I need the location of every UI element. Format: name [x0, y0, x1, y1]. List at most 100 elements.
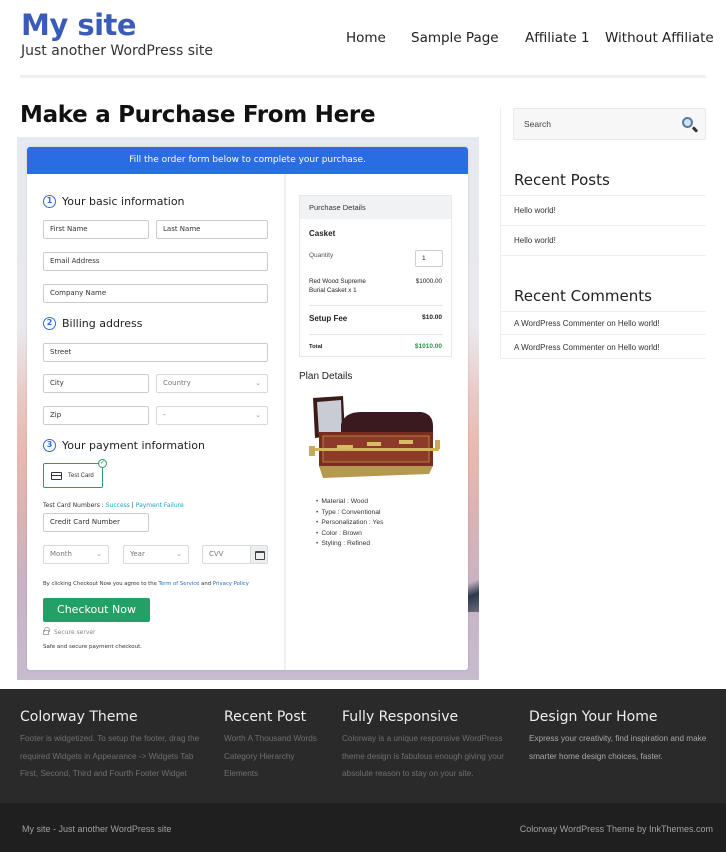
- nav-home[interactable]: Home: [346, 30, 386, 46]
- footer-col-design-home: Design Your Home Express your creativity…: [529, 709, 706, 765]
- feature-item: Color : Brown: [316, 529, 383, 540]
- divider: [501, 358, 706, 359]
- footer-post-link[interactable]: Category Hierarchy: [224, 748, 317, 766]
- card-number-input[interactable]: Credit Card Number: [43, 513, 149, 532]
- nav-without-affiliate[interactable]: Without Affiliate: [605, 30, 714, 46]
- divider: [501, 311, 706, 312]
- lock-icon: [43, 627, 50, 635]
- quantity-label: Quantity: [309, 252, 334, 259]
- footer-text: smarter home design choices, faster.: [529, 751, 663, 761]
- country-value: Country: [163, 379, 191, 387]
- divider: [309, 334, 443, 335]
- email-input[interactable]: Email Address: [43, 252, 268, 271]
- test-failure-link[interactable]: Payment Failure: [136, 502, 184, 509]
- agree-and: and: [199, 581, 213, 587]
- quantity-input[interactable]: 1: [415, 250, 443, 267]
- footer-text: Footer is widgetized. To setup the foote…: [20, 734, 200, 743]
- setup-fee-label: Setup Fee: [309, 314, 348, 323]
- card-icon: [250, 546, 267, 563]
- checkout-now-button[interactable]: Checkout Now: [43, 598, 150, 622]
- recent-comment-link[interactable]: A WordPress Commenter on Hello world!: [514, 343, 660, 352]
- nav-affiliate-1[interactable]: Affiliate 1: [525, 30, 590, 46]
- item-line-1: Red Wood Supreme: [309, 278, 366, 285]
- recent-post-link[interactable]: Hello world!: [514, 206, 556, 215]
- divider: [501, 255, 706, 256]
- chevron-down-icon: ⌄: [176, 550, 182, 558]
- search-input[interactable]: Search: [513, 108, 706, 140]
- search-placeholder: Search: [524, 119, 551, 129]
- footer-title: Recent Post: [224, 709, 307, 725]
- footer-col-colorway: Colorway Theme Footer is widgetized. To …: [20, 709, 199, 783]
- footer-widgets: Colorway Theme Footer is widgetized. To …: [0, 689, 726, 803]
- section-payment: 3 Your payment information: [43, 439, 205, 452]
- city-input[interactable]: City: [43, 374, 149, 393]
- step-number-icon: 2: [43, 317, 56, 330]
- last-name-input[interactable]: Last Name: [156, 220, 268, 239]
- feature-item: Styling : Refined: [316, 539, 383, 550]
- chevron-down-icon: ⌄: [96, 550, 102, 558]
- footer-text: Express your creativity, find inspiratio…: [529, 734, 707, 743]
- payment-method-label: Test Card: [68, 472, 94, 479]
- cvv-input[interactable]: CVV: [202, 545, 268, 564]
- footer-post-link[interactable]: Worth A Thousand Words: [224, 730, 317, 748]
- form-banner: Fill the order form below to complete yo…: [27, 147, 468, 174]
- payment-method-test-card[interactable]: Test Card ✓: [43, 459, 107, 488]
- test-card-numbers: Test Card Numbers : Success | Payment Fa…: [43, 502, 184, 509]
- state-value: -: [163, 411, 166, 419]
- credit-card-icon: [51, 471, 62, 480]
- year-select[interactable]: Year ⌄: [123, 545, 189, 564]
- purchase-details: Purchase Details Casket Quantity 1 Red W…: [299, 195, 452, 357]
- footer-theme-credit[interactable]: Colorway WordPress Theme by InkThemes.co…: [520, 824, 713, 834]
- recent-posts-title: Recent Posts: [514, 171, 610, 189]
- zip-input[interactable]: Zip: [43, 406, 149, 425]
- privacy-link[interactable]: Privacy Policy: [213, 581, 249, 587]
- state-select[interactable]: - ⌄: [156, 406, 268, 425]
- site-header: My site Just another WordPress site Home…: [0, 0, 726, 80]
- header-divider: [20, 75, 706, 78]
- divider: [309, 305, 443, 306]
- plan-details-title: Plan Details: [299, 371, 353, 382]
- product-name: Casket: [309, 229, 336, 238]
- check-icon: ✓: [98, 459, 107, 468]
- sidebar-border: [500, 108, 501, 358]
- cvv-placeholder: CVV: [209, 550, 224, 558]
- step-number-icon: 1: [43, 195, 56, 208]
- year-value: Year: [130, 550, 145, 558]
- month-value: Month: [50, 550, 72, 558]
- section-title: Your payment information: [62, 439, 205, 452]
- footer-title: Design Your Home: [529, 709, 658, 725]
- recent-post-link[interactable]: Hello world!: [514, 236, 556, 245]
- footer-text: required Widgets in Appearance -> Widget…: [20, 751, 194, 761]
- nav-sample-page[interactable]: Sample Page: [411, 30, 499, 46]
- footer-text: Colorway is a unique responsive WordPres…: [342, 734, 503, 743]
- footer-title: Colorway Theme: [20, 709, 138, 725]
- total-value: $1010.00: [414, 343, 442, 350]
- recent-comment-link[interactable]: A WordPress Commenter on Hello world!: [514, 319, 660, 328]
- terms-link[interactable]: Term of Service: [159, 581, 200, 587]
- agree-text: By clicking Checkout Now you agree to th…: [43, 581, 159, 587]
- page-title: Make a Purchase From Here: [20, 102, 376, 128]
- company-input[interactable]: Company Name: [43, 284, 268, 303]
- test-success-link[interactable]: Success: [106, 502, 130, 509]
- country-select[interactable]: Country ⌄: [156, 374, 268, 393]
- site-tagline: Just another WordPress site: [21, 43, 214, 59]
- site-title[interactable]: My site: [21, 8, 137, 42]
- street-input[interactable]: Street: [43, 343, 268, 362]
- item-price: $1000.00: [415, 278, 442, 285]
- order-form-image: Fill the order form below to complete yo…: [17, 137, 479, 680]
- secure-note: Safe and secure payment checkout.: [43, 644, 142, 650]
- month-select[interactable]: Month ⌄: [43, 545, 109, 564]
- first-name-input[interactable]: First Name: [43, 220, 149, 239]
- section-title: Your basic information: [62, 195, 185, 208]
- order-form: Fill the order form below to complete yo…: [27, 147, 468, 670]
- divider: [501, 225, 706, 226]
- feature-item: Personalization : Yes: [316, 518, 383, 529]
- footer-col-recent-post: Recent Post Worth A Thousand Words Categ…: [224, 709, 317, 783]
- divider: [501, 195, 706, 196]
- terms-agreement: By clicking Checkout Now you agree to th…: [43, 581, 249, 587]
- footer-text: theme design is fabulous enough giving y…: [342, 751, 505, 761]
- section-title: Billing address: [62, 317, 143, 330]
- search-icon[interactable]: [682, 117, 693, 128]
- item-line-2: Burial Casket x 1: [309, 287, 357, 294]
- footer-post-link[interactable]: Elements: [224, 765, 317, 783]
